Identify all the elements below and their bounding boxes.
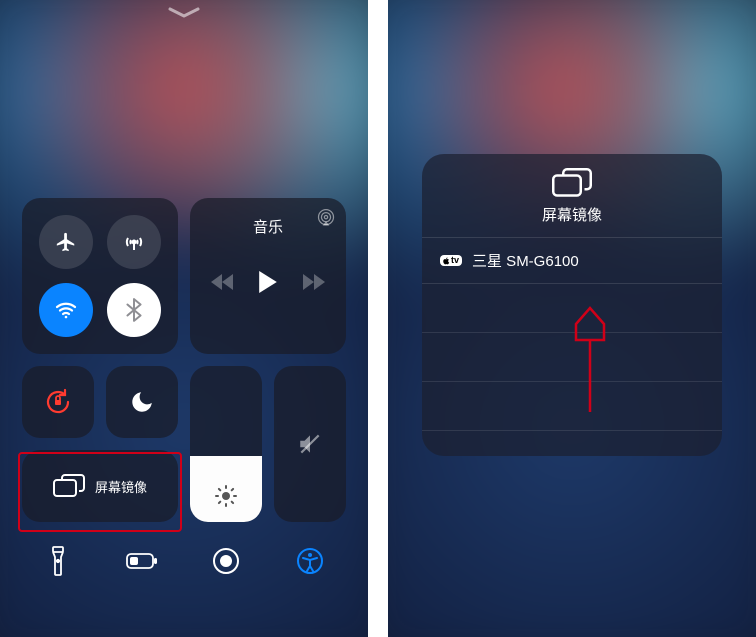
orientation-lock-toggle[interactable] (22, 366, 94, 438)
screen-mirroring-popover: 屏幕镜像 tv 三星 SM-G6100 (422, 154, 722, 456)
screen-mirroring-icon (53, 474, 85, 498)
accessibility-icon (296, 547, 324, 575)
play-icon[interactable] (259, 271, 277, 293)
flashlight-button[interactable] (22, 534, 94, 588)
mirroring-device-row[interactable]: tv 三星 SM-G6100 (422, 237, 722, 284)
control-center-screenshot: 音乐 (0, 0, 368, 637)
brightness-icon (214, 484, 238, 508)
battery-icon (126, 553, 158, 569)
wifi-toggle[interactable] (39, 283, 93, 337)
orientation-lock-icon (43, 387, 73, 417)
volume-mute-icon (297, 431, 323, 457)
cellular-icon (122, 230, 146, 254)
apple-tv-icon: tv (440, 255, 462, 266)
chevron-down-icon[interactable] (167, 6, 201, 20)
next-track-icon[interactable] (303, 274, 325, 290)
airplane-mode-toggle[interactable] (39, 215, 93, 269)
bluetooth-icon (124, 298, 144, 322)
control-center: 音乐 (22, 198, 346, 588)
music-tile[interactable]: 音乐 (190, 198, 346, 354)
moon-icon (129, 389, 155, 415)
volume-slider[interactable] (274, 366, 346, 522)
bluetooth-toggle[interactable] (107, 283, 161, 337)
screenshot-divider (368, 0, 388, 637)
screen-mirroring-icon (432, 168, 712, 198)
airplay-audio-icon[interactable] (316, 208, 336, 228)
screen-mirroring-label: 屏幕镜像 (95, 477, 147, 496)
cellular-toggle[interactable] (107, 215, 161, 269)
connectivity-tile[interactable] (22, 198, 178, 354)
accessibility-button[interactable] (274, 534, 346, 588)
wifi-icon (54, 298, 78, 322)
screen-mirroring-button[interactable]: 屏幕镜像 (22, 450, 178, 522)
airplane-icon (55, 231, 77, 253)
popover-title: 屏幕镜像 (432, 204, 712, 225)
mirroring-popover-screenshot: 屏幕镜像 tv 三星 SM-G6100 (388, 0, 756, 637)
previous-track-icon[interactable] (211, 274, 233, 290)
flashlight-icon (50, 546, 66, 576)
screen-record-button[interactable] (190, 534, 262, 588)
device-name: 三星 SM-G6100 (472, 250, 579, 271)
brightness-slider[interactable] (190, 366, 262, 522)
low-power-mode-button[interactable] (106, 534, 178, 588)
do-not-disturb-toggle[interactable] (106, 366, 178, 438)
record-icon (212, 547, 240, 575)
